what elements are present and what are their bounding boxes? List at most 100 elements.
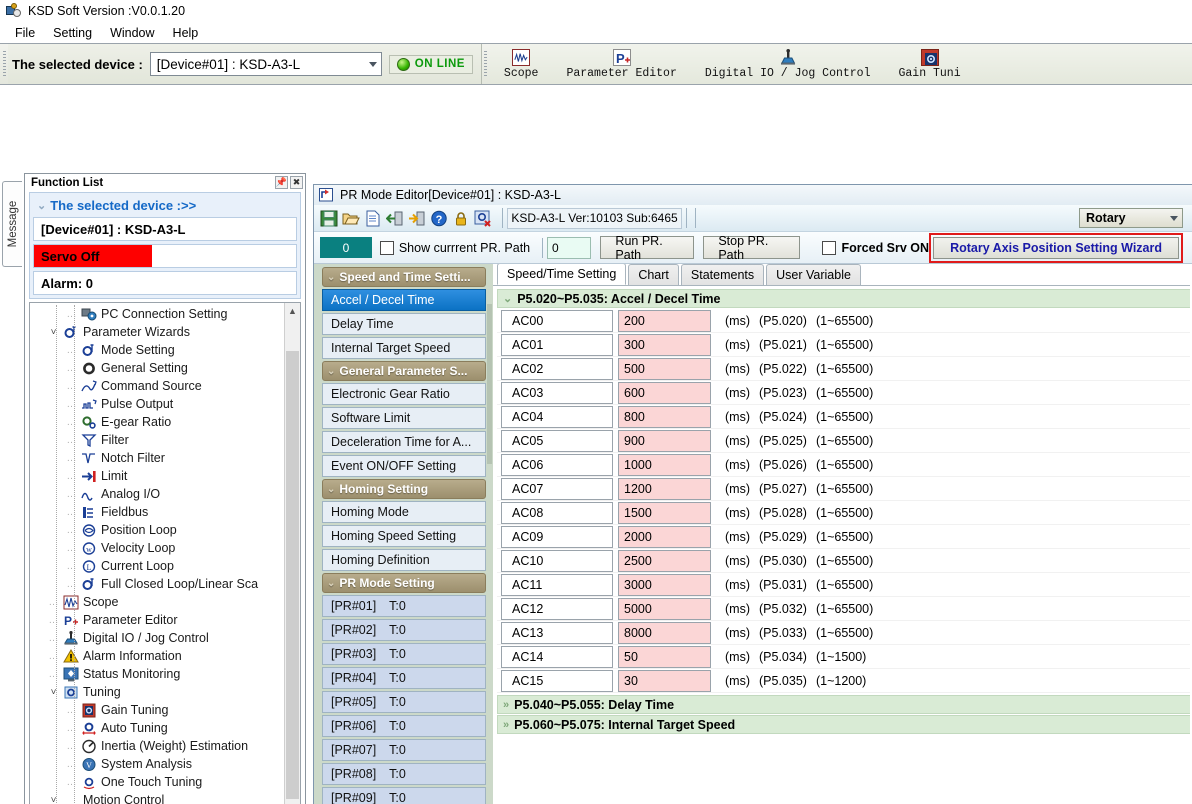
category-group-general-parameter-s[interactable]: ⌄ General Parameter S... bbox=[322, 361, 486, 381]
category-item-homing-definition[interactable]: Homing Definition bbox=[322, 549, 486, 571]
tree-twisty[interactable]: ˅ bbox=[48, 327, 59, 338]
tree-item-one-touch-tuning[interactable]: … One Touch Tuning bbox=[30, 773, 284, 791]
tree-item-limit[interactable]: … Limit bbox=[30, 467, 284, 485]
tab-user-variable[interactable]: User Variable bbox=[766, 264, 861, 285]
tree-item-motion-control[interactable]: ˅ Motion Control bbox=[30, 791, 284, 804]
parameter-value-input[interactable]: 600 bbox=[618, 381, 711, 404]
pr-path-item-pr#06[interactable]: [PR#06] T:0 bbox=[322, 715, 486, 737]
tree-item-gain-tuning[interactable]: … Gain Tuning bbox=[30, 701, 284, 719]
menu-item-help[interactable]: Help bbox=[164, 24, 208, 42]
pr-path-item-pr#08[interactable]: [PR#08] T:0 bbox=[322, 763, 486, 785]
new-document-icon[interactable] bbox=[364, 210, 382, 227]
pr-path-item-pr#02[interactable]: [PR#02] T:0 bbox=[322, 619, 486, 641]
pr-path-item-pr#09[interactable]: [PR#09] T:0 bbox=[322, 787, 486, 804]
show-current-path-checkbox[interactable] bbox=[379, 240, 394, 255]
toolbar-grip-handle[interactable] bbox=[0, 44, 8, 84]
tree-item-status-monitoring[interactable]: … Status Monitoring bbox=[30, 665, 284, 683]
parameter-value-input[interactable]: 1000 bbox=[618, 453, 711, 476]
tree-item-digital-io-jog-control[interactable]: … Digital IO / Jog Control bbox=[30, 629, 284, 647]
toolbar-button-scope[interactable]: Scope bbox=[490, 44, 553, 84]
category-item-deceleration-time-for-a[interactable]: Deceleration Time for A... bbox=[322, 431, 486, 453]
parameter-value-input[interactable]: 300 bbox=[618, 333, 711, 356]
category-group-pr-mode-setting[interactable]: ⌄ PR Mode Setting bbox=[322, 573, 486, 593]
stop-pr-path-button[interactable]: Stop PR. Path bbox=[703, 234, 800, 262]
device-dropdown[interactable]: [Device#01] : KSD-A3-L bbox=[149, 52, 382, 76]
settings-delete-icon[interactable] bbox=[474, 210, 492, 227]
pr-path-item-pr#03[interactable]: [PR#03] T:0 bbox=[322, 643, 486, 665]
close-icon[interactable]: ✖ bbox=[290, 176, 303, 189]
tree-item-scope[interactable]: … Scope bbox=[30, 593, 284, 611]
parameter-value-input[interactable]: 1500 bbox=[618, 501, 711, 524]
pr-path-item-pr#04[interactable]: [PR#04] T:0 bbox=[322, 667, 486, 689]
category-item-homing-mode[interactable]: Homing Mode bbox=[322, 501, 486, 523]
tree-vertical-scrollbar[interactable]: ▲ ▼ bbox=[284, 303, 300, 804]
tree-item-parameter-wizards[interactable]: ˅ Parameter Wizards bbox=[30, 323, 284, 341]
category-item-homing-speed-setting[interactable]: Homing Speed Setting bbox=[322, 525, 486, 547]
category-item-event-on-off-setting[interactable]: Event ON/OFF Setting bbox=[322, 455, 486, 477]
parameter-value-input[interactable]: 2000 bbox=[618, 525, 711, 548]
tree-item-notch-filter[interactable]: … Notch Filter bbox=[30, 449, 284, 467]
parameter-value-input[interactable]: 2500 bbox=[618, 549, 711, 572]
parameter-value-input[interactable]: 3000 bbox=[618, 573, 711, 596]
parameter-value-input[interactable]: 5000 bbox=[618, 597, 711, 620]
tree-twisty[interactable]: ˅ bbox=[48, 795, 59, 804]
toolbar-button-digital-io[interactable]: Digital IO / Jog Control bbox=[691, 44, 885, 84]
category-group-homing-setting[interactable]: ⌄ Homing Setting bbox=[322, 479, 486, 499]
tree-item-current-loop[interactable]: … L Current Loop bbox=[30, 557, 284, 575]
help-icon[interactable]: ? bbox=[430, 210, 448, 227]
tree-twisty[interactable]: ˅ bbox=[48, 687, 59, 698]
pr-path-item-pr#05[interactable]: [PR#05] T:0 bbox=[322, 691, 486, 713]
category-panel-scrollbar[interactable] bbox=[486, 264, 493, 804]
rotary-mode-dropdown[interactable]: Rotary bbox=[1079, 208, 1183, 228]
export-icon[interactable] bbox=[408, 210, 426, 227]
menu-item-setting[interactable]: Setting bbox=[44, 24, 101, 42]
tab-statements[interactable]: Statements bbox=[680, 264, 765, 285]
parameter-value-input[interactable]: 900 bbox=[618, 429, 711, 452]
tree-item-analog-i-o[interactable]: … Analog I/O bbox=[30, 485, 284, 503]
tree-item-fieldbus[interactable]: … Fieldbus bbox=[30, 503, 284, 521]
category-item-internal-target-speed[interactable]: Internal Target Speed bbox=[322, 337, 486, 359]
category-item-software-limit[interactable]: Software Limit bbox=[322, 407, 486, 429]
toolbar-button-gain-tuning[interactable]: Gain Tuni bbox=[885, 44, 975, 84]
tree-item-pulse-output[interactable]: … Pulse Output bbox=[30, 395, 284, 413]
run-pr-path-button[interactable]: Run PR. Path bbox=[600, 234, 695, 262]
section-header-internal-target-speed[interactable]: » P5.060~P5.075: Internal Target Speed bbox=[497, 715, 1192, 734]
save-icon[interactable] bbox=[320, 210, 338, 227]
tree-item-full-closed-loop-linear-sca[interactable]: … Full Closed Loop/Linear Sca bbox=[30, 575, 284, 593]
tree-item-position-loop[interactable]: … Position Loop bbox=[30, 521, 284, 539]
scroll-up-icon[interactable]: ▲ bbox=[285, 303, 300, 319]
parameter-value-input[interactable]: 500 bbox=[618, 357, 711, 380]
message-panel-tab[interactable]: Message bbox=[2, 181, 22, 267]
tree-item-tuning[interactable]: ˅ Tuning bbox=[30, 683, 284, 701]
toolbar-button-parameter-editor[interactable]: P Parameter Editor bbox=[552, 44, 690, 84]
tab-speed-time-setting[interactable]: Speed/Time Setting bbox=[497, 264, 627, 285]
category-item-accel-decel-time[interactable]: Accel / Decel Time bbox=[322, 289, 486, 311]
category-group-speed-and-time-setti[interactable]: ⌄ Speed and Time Setti... bbox=[322, 267, 486, 287]
path-number-input[interactable]: 0 bbox=[546, 236, 592, 259]
open-icon[interactable] bbox=[342, 210, 360, 227]
tree-item-inertia-weight-estimation[interactable]: … Inertia (Weight) Estimation bbox=[30, 737, 284, 755]
category-item-electronic-gear-ratio[interactable]: Electronic Gear Ratio bbox=[322, 383, 486, 405]
import-icon[interactable] bbox=[385, 210, 404, 227]
tree-item-system-analysis[interactable]: … V System Analysis bbox=[30, 755, 284, 773]
tree-item-command-source[interactable]: … Command Source bbox=[30, 377, 284, 395]
parameter-value-input[interactable]: 1200 bbox=[618, 477, 711, 500]
pr-path-item-pr#01[interactable]: [PR#01] T:0 bbox=[322, 595, 486, 617]
parameter-value-input[interactable]: 200 bbox=[618, 309, 711, 332]
rotary-axis-wizard-button[interactable]: Rotary Axis Position Setting Wizard bbox=[933, 236, 1180, 259]
tree-item-pc-connection-setting[interactable]: … PC Connection Setting bbox=[30, 305, 284, 323]
pin-icon[interactable]: 📌 bbox=[275, 176, 288, 189]
section-header-delay-time[interactable]: » P5.040~P5.055: Delay Time bbox=[497, 695, 1192, 714]
tree-item-e-gear-ratio[interactable]: … E-gear Ratio bbox=[30, 413, 284, 431]
parameter-value-input[interactable]: 50 bbox=[618, 645, 711, 668]
tree-item-filter[interactable]: … Filter bbox=[30, 431, 284, 449]
section-header-accel-decel[interactable]: ⌄ P5.020~P5.035: Accel / Decel Time bbox=[497, 289, 1192, 308]
tree-item-alarm-information[interactable]: … Alarm Information bbox=[30, 647, 284, 665]
selected-device-header[interactable]: ⌄ The selected device :>> bbox=[33, 196, 297, 217]
lock-icon[interactable] bbox=[452, 210, 470, 227]
tree-item-general-setting[interactable]: … General Setting bbox=[30, 359, 284, 377]
tree-item-velocity-loop[interactable]: … w Velocity Loop bbox=[30, 539, 284, 557]
menu-item-file[interactable]: File bbox=[6, 24, 44, 42]
parameter-value-input[interactable]: 800 bbox=[618, 405, 711, 428]
category-item-delay-time[interactable]: Delay Time bbox=[322, 313, 486, 335]
